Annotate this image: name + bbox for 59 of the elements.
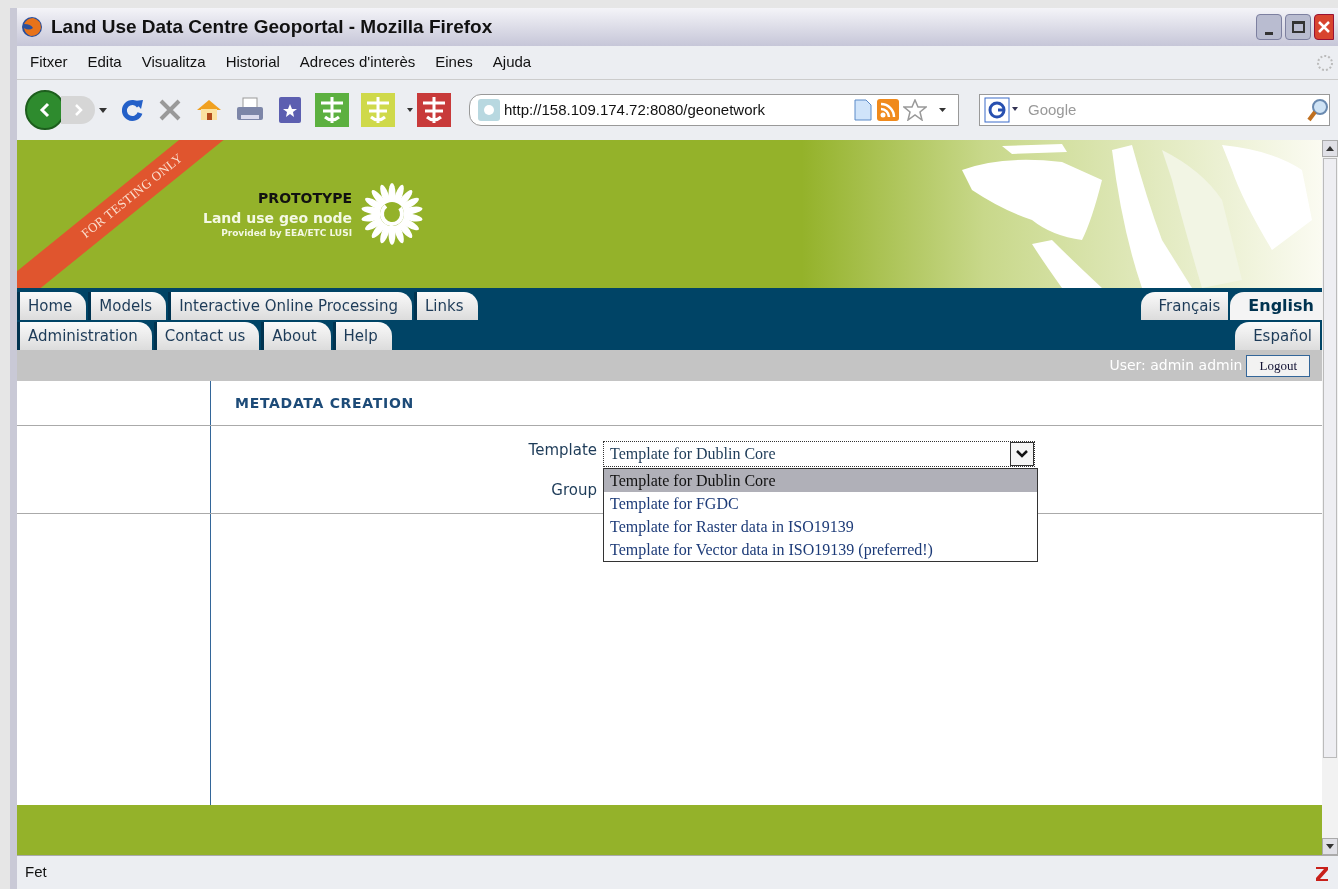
menu-item[interactable]: Visualitza xyxy=(132,51,215,74)
menu-item[interactable]: Ajuda xyxy=(483,51,541,74)
glyph-tile-icon[interactable] xyxy=(315,93,349,127)
scroll-thumb[interactable] xyxy=(1323,158,1337,758)
nav-tab[interactable]: Home xyxy=(17,292,87,320)
nav-tab[interactable]: Interactive Online Processing xyxy=(168,292,412,320)
caret-icon[interactable] xyxy=(1010,442,1034,466)
window-title: Land Use Data Centre Geoportal - Mozilla Firefox xyxy=(51,14,493,39)
search-icon[interactable] xyxy=(1307,98,1329,122)
sunflower-logo xyxy=(360,182,424,246)
group-label: Group xyxy=(550,480,597,501)
site-icon xyxy=(478,99,500,121)
menu-item[interactable]: Historial xyxy=(216,51,289,74)
scrollbar[interactable] xyxy=(1322,140,1338,855)
template-select[interactable]: Template for Dublin Core xyxy=(603,441,1035,467)
starred-glyph-tile-icon[interactable] xyxy=(361,93,395,127)
menu-item[interactable]: Fitxer xyxy=(21,51,77,74)
close-icon xyxy=(1318,21,1330,33)
nav-tab[interactable]: Contact us xyxy=(153,322,260,350)
logout-button[interactable]: Logout xyxy=(1246,354,1310,377)
language-tab[interactable]: Español xyxy=(1235,322,1320,350)
scroll-down-icon[interactable] xyxy=(1322,838,1338,855)
banner-subtitle: Land use geo node xyxy=(203,208,352,227)
dropdown-icon[interactable] xyxy=(407,108,413,112)
dropdown-icon[interactable] xyxy=(939,108,946,112)
minimize-button[interactable] xyxy=(1256,14,1282,40)
search-field[interactable]: Google xyxy=(979,94,1330,126)
banner-provider: Provided by EEA/ETC LUSI xyxy=(221,226,352,240)
page-heading: METADATA CREATION xyxy=(234,393,414,413)
nav-tab[interactable]: Administration xyxy=(17,322,152,350)
dropdown-option[interactable]: Template for Dublin Core xyxy=(604,469,1037,492)
nav-tab[interactable]: Help xyxy=(332,322,392,350)
bookmark-book-icon[interactable] xyxy=(277,95,303,125)
language-tab[interactable]: English xyxy=(1230,292,1322,320)
nav-tab[interactable]: About xyxy=(261,322,331,350)
maximize-button[interactable] xyxy=(1285,14,1311,40)
firefox-icon xyxy=(21,16,43,38)
menu-item[interactable]: Edita xyxy=(78,51,131,74)
template-label: Template xyxy=(527,440,597,461)
nav-tab[interactable]: Links xyxy=(414,292,478,320)
menu-item[interactable]: Adreces d'interès xyxy=(290,51,425,74)
menu-item[interactable]: Eines xyxy=(426,51,482,74)
search-input[interactable]: Google xyxy=(1028,98,1128,122)
address-bar[interactable]: http://158.109.174.72:8080/geonetwork xyxy=(469,94,959,126)
scroll-up-icon[interactable] xyxy=(1322,140,1338,157)
search-engine-icon[interactable] xyxy=(984,97,1020,123)
throbber-icon xyxy=(1316,53,1334,72)
reload-icon[interactable] xyxy=(119,97,145,123)
close-button[interactable] xyxy=(1314,14,1334,40)
star-icon[interactable] xyxy=(903,99,927,121)
user-label: User: admin admin xyxy=(1109,356,1243,375)
nav-tab[interactable]: Models xyxy=(88,292,167,320)
language-tab[interactable]: Français xyxy=(1140,292,1229,320)
bookmarked-glyph-tile-icon[interactable] xyxy=(417,93,451,127)
dropdown-icon[interactable] xyxy=(99,107,107,113)
status-text: Fet xyxy=(25,862,47,883)
page-icon xyxy=(853,99,873,121)
home-icon[interactable] xyxy=(195,97,223,123)
banner-title: PROTOTYPE xyxy=(258,188,352,208)
